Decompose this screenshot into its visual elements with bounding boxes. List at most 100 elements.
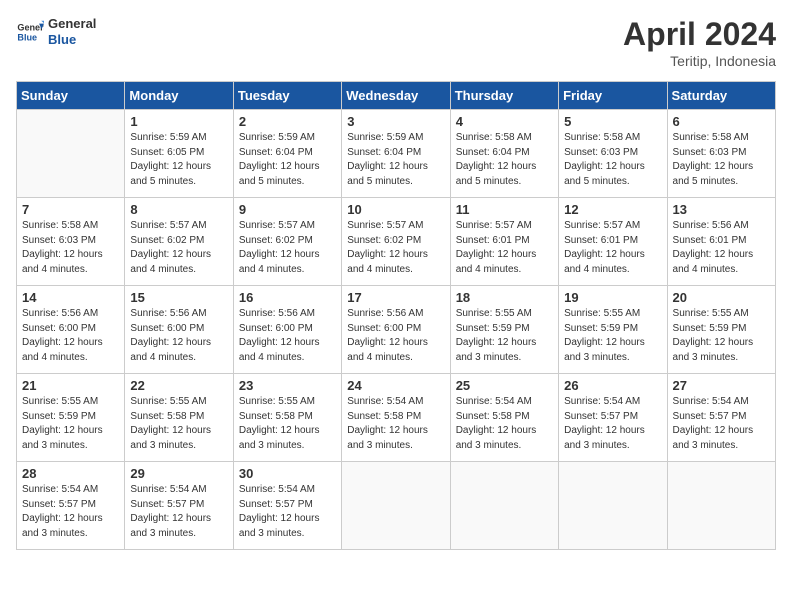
day-number: 27 [673, 378, 770, 393]
sunrise-label: Sunrise: 5:55 AM [456, 308, 532, 319]
sunrise-label: Sunrise: 5:58 AM [673, 132, 749, 143]
day-info: Sunrise: 5:57 AM Sunset: 6:01 PM Dayligh… [456, 219, 553, 277]
logo-text: General Blue [48, 16, 96, 47]
day-info: Sunrise: 5:57 AM Sunset: 6:01 PM Dayligh… [564, 219, 661, 277]
day-info: Sunrise: 5:54 AM Sunset: 5:58 PM Dayligh… [456, 395, 553, 453]
daylight-label: Daylight: 12 hours and 5 minutes. [564, 161, 645, 187]
daylight-label: Daylight: 12 hours and 4 minutes. [130, 337, 211, 363]
calendar-cell: 28 Sunrise: 5:54 AM Sunset: 5:57 PM Dayl… [17, 462, 125, 550]
day-info: Sunrise: 5:56 AM Sunset: 6:00 PM Dayligh… [22, 307, 119, 365]
daylight-label: Daylight: 12 hours and 4 minutes. [239, 249, 320, 275]
day-info: Sunrise: 5:54 AM Sunset: 5:57 PM Dayligh… [130, 483, 227, 541]
calendar-cell: 10 Sunrise: 5:57 AM Sunset: 6:02 PM Dayl… [342, 198, 450, 286]
sunset-label: Sunset: 6:02 PM [239, 235, 313, 246]
daylight-label: Daylight: 12 hours and 3 minutes. [22, 513, 103, 539]
daylight-label: Daylight: 12 hours and 3 minutes. [456, 425, 537, 451]
day-number: 4 [456, 114, 553, 129]
header-row: SundayMondayTuesdayWednesdayThursdayFrid… [17, 82, 776, 110]
calendar-table: SundayMondayTuesdayWednesdayThursdayFrid… [16, 81, 776, 550]
daylight-label: Daylight: 12 hours and 3 minutes. [673, 425, 754, 451]
weekday-header: Sunday [17, 82, 125, 110]
day-info: Sunrise: 5:58 AM Sunset: 6:03 PM Dayligh… [564, 131, 661, 189]
logo-icon: General Blue [16, 18, 44, 46]
day-number: 29 [130, 466, 227, 481]
daylight-label: Daylight: 12 hours and 3 minutes. [564, 425, 645, 451]
sunset-label: Sunset: 6:03 PM [22, 235, 96, 246]
sunset-label: Sunset: 5:57 PM [564, 411, 638, 422]
calendar-cell: 17 Sunrise: 5:56 AM Sunset: 6:00 PM Dayl… [342, 286, 450, 374]
daylight-label: Daylight: 12 hours and 3 minutes. [456, 337, 537, 363]
sunset-label: Sunset: 6:04 PM [456, 147, 530, 158]
calendar-week-row: 14 Sunrise: 5:56 AM Sunset: 6:00 PM Dayl… [17, 286, 776, 374]
day-number: 17 [347, 290, 444, 305]
day-info: Sunrise: 5:56 AM Sunset: 6:01 PM Dayligh… [673, 219, 770, 277]
sunrise-label: Sunrise: 5:55 AM [564, 308, 640, 319]
day-info: Sunrise: 5:59 AM Sunset: 6:04 PM Dayligh… [347, 131, 444, 189]
sunrise-label: Sunrise: 5:56 AM [347, 308, 423, 319]
calendar-cell: 7 Sunrise: 5:58 AM Sunset: 6:03 PM Dayli… [17, 198, 125, 286]
daylight-label: Daylight: 12 hours and 3 minutes. [673, 337, 754, 363]
calendar-week-row: 7 Sunrise: 5:58 AM Sunset: 6:03 PM Dayli… [17, 198, 776, 286]
day-info: Sunrise: 5:58 AM Sunset: 6:04 PM Dayligh… [456, 131, 553, 189]
day-info: Sunrise: 5:54 AM Sunset: 5:57 PM Dayligh… [673, 395, 770, 453]
location-subtitle: Teritip, Indonesia [623, 53, 776, 69]
day-number: 11 [456, 202, 553, 217]
day-number: 9 [239, 202, 336, 217]
sunset-label: Sunset: 6:00 PM [347, 323, 421, 334]
sunset-label: Sunset: 6:01 PM [673, 235, 747, 246]
sunset-label: Sunset: 5:59 PM [456, 323, 530, 334]
sunset-label: Sunset: 5:58 PM [239, 411, 313, 422]
logo: General Blue General Blue [16, 16, 96, 47]
sunset-label: Sunset: 6:04 PM [347, 147, 421, 158]
sunrise-label: Sunrise: 5:58 AM [22, 220, 98, 231]
day-info: Sunrise: 5:55 AM Sunset: 5:59 PM Dayligh… [456, 307, 553, 365]
day-number: 14 [22, 290, 119, 305]
svg-text:Blue: Blue [17, 32, 37, 42]
calendar-cell: 25 Sunrise: 5:54 AM Sunset: 5:58 PM Dayl… [450, 374, 558, 462]
day-number: 19 [564, 290, 661, 305]
sunset-label: Sunset: 5:58 PM [130, 411, 204, 422]
day-number: 18 [456, 290, 553, 305]
day-info: Sunrise: 5:57 AM Sunset: 6:02 PM Dayligh… [347, 219, 444, 277]
daylight-label: Daylight: 12 hours and 3 minutes. [130, 513, 211, 539]
day-info: Sunrise: 5:58 AM Sunset: 6:03 PM Dayligh… [673, 131, 770, 189]
daylight-label: Daylight: 12 hours and 4 minutes. [22, 337, 103, 363]
calendar-cell: 18 Sunrise: 5:55 AM Sunset: 5:59 PM Dayl… [450, 286, 558, 374]
sunset-label: Sunset: 6:04 PM [239, 147, 313, 158]
day-info: Sunrise: 5:57 AM Sunset: 6:02 PM Dayligh… [239, 219, 336, 277]
calendar-cell [17, 110, 125, 198]
sunset-label: Sunset: 6:03 PM [673, 147, 747, 158]
day-number: 16 [239, 290, 336, 305]
day-number: 15 [130, 290, 227, 305]
day-info: Sunrise: 5:58 AM Sunset: 6:03 PM Dayligh… [22, 219, 119, 277]
day-number: 30 [239, 466, 336, 481]
daylight-label: Daylight: 12 hours and 4 minutes. [347, 249, 428, 275]
sunrise-label: Sunrise: 5:58 AM [564, 132, 640, 143]
day-number: 13 [673, 202, 770, 217]
day-info: Sunrise: 5:55 AM Sunset: 5:58 PM Dayligh… [130, 395, 227, 453]
calendar-cell: 20 Sunrise: 5:55 AM Sunset: 5:59 PM Dayl… [667, 286, 775, 374]
day-info: Sunrise: 5:57 AM Sunset: 6:02 PM Dayligh… [130, 219, 227, 277]
sunset-label: Sunset: 6:00 PM [22, 323, 96, 334]
day-info: Sunrise: 5:59 AM Sunset: 6:05 PM Dayligh… [130, 131, 227, 189]
day-number: 2 [239, 114, 336, 129]
day-number: 22 [130, 378, 227, 393]
day-info: Sunrise: 5:56 AM Sunset: 6:00 PM Dayligh… [239, 307, 336, 365]
calendar-week-row: 28 Sunrise: 5:54 AM Sunset: 5:57 PM Dayl… [17, 462, 776, 550]
day-info: Sunrise: 5:54 AM Sunset: 5:57 PM Dayligh… [564, 395, 661, 453]
day-info: Sunrise: 5:55 AM Sunset: 5:58 PM Dayligh… [239, 395, 336, 453]
daylight-label: Daylight: 12 hours and 4 minutes. [22, 249, 103, 275]
page-header: General Blue General Blue April 2024 Ter… [16, 16, 776, 69]
weekday-header: Wednesday [342, 82, 450, 110]
daylight-label: Daylight: 12 hours and 5 minutes. [347, 161, 428, 187]
day-info: Sunrise: 5:59 AM Sunset: 6:04 PM Dayligh… [239, 131, 336, 189]
calendar-cell [342, 462, 450, 550]
sunset-label: Sunset: 6:00 PM [239, 323, 313, 334]
day-info: Sunrise: 5:54 AM Sunset: 5:57 PM Dayligh… [22, 483, 119, 541]
daylight-label: Daylight: 12 hours and 5 minutes. [673, 161, 754, 187]
calendar-cell: 8 Sunrise: 5:57 AM Sunset: 6:02 PM Dayli… [125, 198, 233, 286]
daylight-label: Daylight: 12 hours and 4 minutes. [564, 249, 645, 275]
calendar-cell: 5 Sunrise: 5:58 AM Sunset: 6:03 PM Dayli… [559, 110, 667, 198]
calendar-week-row: 21 Sunrise: 5:55 AM Sunset: 5:59 PM Dayl… [17, 374, 776, 462]
calendar-cell: 30 Sunrise: 5:54 AM Sunset: 5:57 PM Dayl… [233, 462, 341, 550]
